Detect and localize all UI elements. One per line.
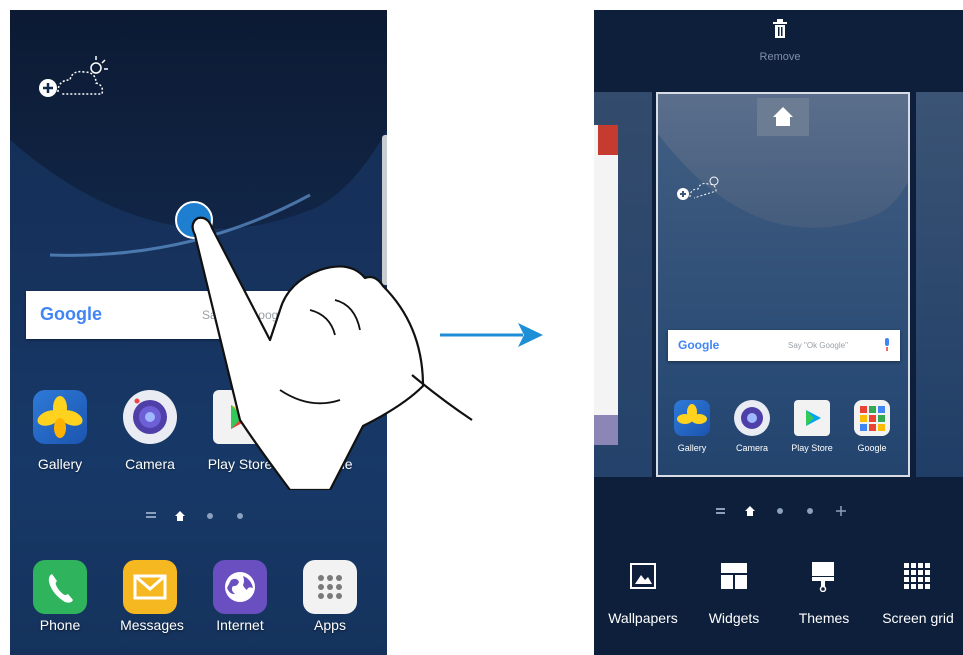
page-indicator-edit[interactable]: [716, 505, 856, 517]
app-label-play-store-small: Play Store: [791, 443, 833, 453]
left-page-preview[interactable]: [594, 92, 652, 477]
widget-strip-red: [598, 125, 618, 155]
add-page-icon[interactable]: [836, 506, 846, 516]
page-dot: [777, 508, 783, 514]
home-page-icon: [175, 511, 185, 521]
page-dot: [237, 513, 243, 519]
right-page-preview[interactable]: [916, 92, 963, 477]
apps-drawer-icon[interactable]: [303, 560, 357, 614]
gallery-icon-small[interactable]: [674, 400, 710, 436]
play-store-icon-small[interactable]: [794, 400, 830, 436]
themes-icon[interactable]: [810, 562, 836, 592]
menu-icon: [146, 512, 156, 514]
trash-icon[interactable]: [771, 18, 789, 40]
gallery-icon[interactable]: [33, 390, 87, 444]
widgets-icon[interactable]: [721, 563, 747, 589]
weather-add-icon[interactable]: [36, 50, 116, 100]
dock-label-internet: Internet: [216, 617, 264, 633]
page-dot: [207, 513, 213, 519]
widget-strip-purple: [594, 415, 618, 445]
themes-label[interactable]: Themes: [786, 610, 862, 626]
google-folder-icon-small[interactable]: [854, 400, 890, 436]
dock-label-phone: Phone: [39, 617, 81, 633]
screen-grid-icon[interactable]: [904, 563, 930, 589]
camera-icon-small[interactable]: [734, 400, 770, 436]
transition-arrow-icon: [440, 323, 543, 347]
screen-grid-label[interactable]: Screen grid: [874, 610, 962, 626]
app-label-google-small: Google: [857, 443, 887, 453]
page-indicator[interactable]: [146, 510, 256, 522]
menu-icon: [716, 508, 725, 510]
google-logo: Google: [40, 304, 102, 324]
right-edit-screen: Remove Google Say "Ok Google" Gallery Ca…: [594, 10, 963, 655]
widgets-label[interactable]: Widgets: [694, 610, 774, 626]
page-dot: [807, 508, 813, 514]
tap-hold-gesture-hand: [175, 201, 473, 490]
mic-icon[interactable]: [883, 338, 891, 352]
dock-label-messages: Messages: [120, 617, 184, 633]
remove-label: Remove: [759, 51, 801, 63]
home-page-button[interactable]: [757, 98, 809, 136]
current-page-preview[interactable]: Google Say "Ok Google" Gallery Camera Pl…: [656, 92, 910, 477]
search-hint-small: Say "Ok Google": [788, 341, 848, 350]
wallpapers-label[interactable]: Wallpapers: [598, 610, 688, 626]
app-label-gallery: Gallery: [37, 456, 83, 472]
app-label-camera-small: Camera: [735, 443, 768, 453]
widget-strip: [594, 125, 618, 415]
weather-add-icon-small[interactable]: [676, 169, 726, 203]
google-search-bar-small[interactable]: Google Say "Ok Google": [668, 330, 900, 361]
internet-icon[interactable]: [213, 560, 267, 614]
messages-icon[interactable]: [123, 560, 177, 614]
app-label-gallery-small: Gallery: [677, 443, 707, 453]
dock-label-apps: Apps: [314, 617, 346, 633]
google-logo-small: Google: [678, 338, 720, 352]
wallpapers-icon[interactable]: [630, 563, 656, 589]
home-page-icon: [745, 506, 755, 516]
home-icon: [773, 107, 793, 126]
phone-icon[interactable]: [33, 560, 87, 614]
